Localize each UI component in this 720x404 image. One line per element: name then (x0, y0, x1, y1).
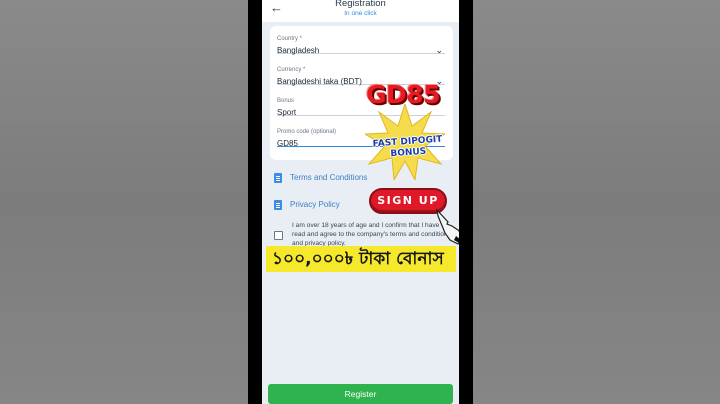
right-background (473, 0, 720, 404)
bonus-value: Sport (277, 108, 297, 117)
privacy-label: Privacy Policy (290, 200, 340, 209)
promo-value: GD85 (277, 139, 298, 148)
phone-screen: ← Registration In one click Country * Ba… (262, 0, 459, 404)
bonus-banner-text: ১০০,০০০৳ টাকা বোনাস (272, 249, 444, 269)
promo-label: Promo code (optional) (277, 129, 337, 135)
currency-label: Currency * (277, 67, 306, 73)
country-value: Bangladesh (277, 46, 320, 55)
document-icon (274, 173, 282, 183)
right-border (459, 0, 473, 404)
bonus-banner: ১০০,০০০৳ টাকা বোনাস (266, 246, 456, 272)
country-label: Country * (277, 36, 303, 42)
chevron-down-icon: ⌄ (435, 45, 443, 55)
page-subtitle: In one click (344, 10, 377, 17)
bonus-label: Bonus (277, 98, 295, 104)
terms-label: Terms and Conditions (290, 173, 368, 182)
consent-checkbox[interactable] (274, 231, 283, 240)
page-title: Registration (335, 0, 386, 9)
register-button[interactable]: Register (268, 384, 453, 404)
document-icon (274, 200, 282, 210)
consent-text: I am over 18 years of age and I confirm … (292, 222, 451, 248)
pointing-hand-icon (436, 208, 459, 245)
header: ← Registration In one click (262, 0, 459, 22)
left-background (0, 0, 248, 404)
country-select[interactable]: Country * Bangladesh ⌄ (277, 28, 445, 55)
currency-value: Bangladeshi taka (BDT) (277, 77, 362, 86)
left-border (248, 0, 262, 404)
